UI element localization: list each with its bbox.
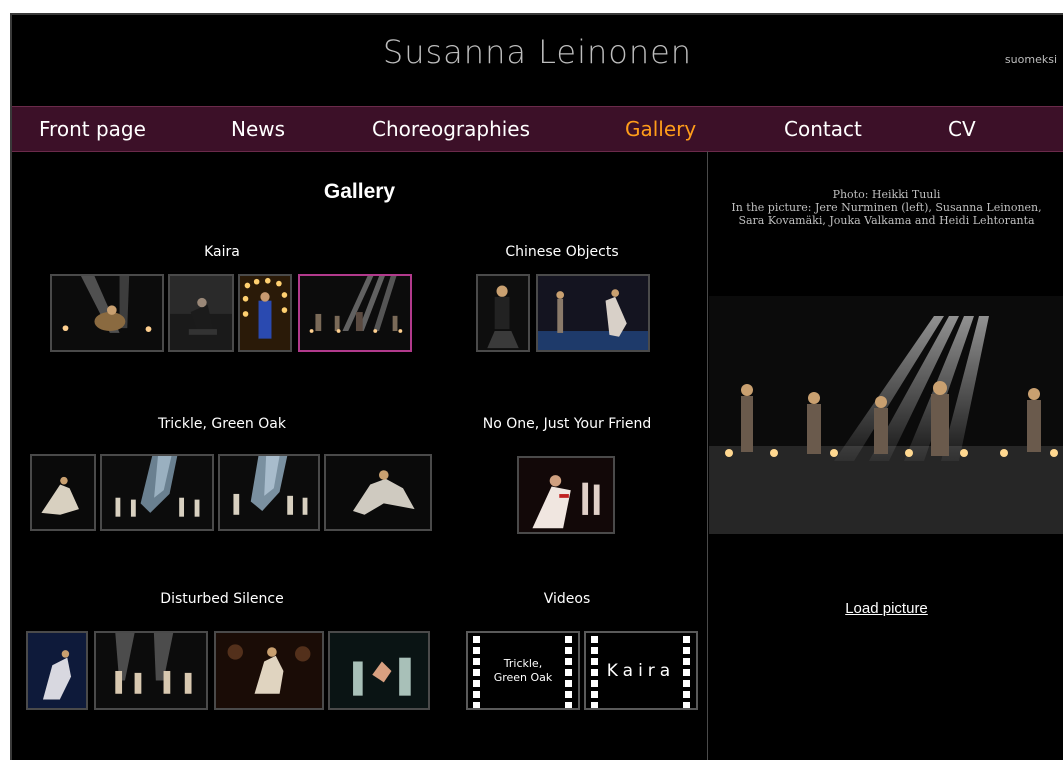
- nav-front-page[interactable]: Front page: [39, 107, 146, 151]
- main-photo: [709, 296, 1063, 534]
- video-thumb-kaira[interactable]: Kaira: [584, 631, 698, 710]
- gallery-thumb[interactable]: [214, 631, 324, 710]
- gallery-thumb[interactable]: [536, 274, 650, 352]
- nav-news[interactable]: News: [231, 107, 285, 151]
- gallery-thumb[interactable]: [26, 631, 88, 710]
- group-title-chinese-objects: Chinese Objects: [505, 244, 619, 260]
- gallery-thumb[interactable]: [30, 454, 96, 531]
- film-strip-icon: [563, 633, 575, 708]
- column-divider: [707, 151, 708, 760]
- gallery-thumb[interactable]: [238, 274, 292, 352]
- gallery-thumb[interactable]: [50, 274, 164, 352]
- language-link[interactable]: suomeksi: [1005, 53, 1057, 66]
- group-title-no-one-just-your-friend: No One, Just Your Friend: [482, 416, 652, 432]
- page-frame: Susanna Leinonen suomeksi Front page New…: [10, 13, 1063, 760]
- page-title: Gallery: [323, 180, 396, 203]
- gallery-thumb[interactable]: [328, 631, 430, 710]
- film-strip-icon: [589, 633, 601, 708]
- gallery-thumb-selected[interactable]: [298, 274, 412, 352]
- gallery-thumb[interactable]: [94, 631, 208, 710]
- nav-gallery[interactable]: Gallery: [625, 107, 696, 151]
- nav-contact[interactable]: Contact: [784, 107, 862, 151]
- photo-people: In the picture: Jere Nurminen (left), Su…: [731, 201, 1042, 227]
- group-title-disturbed-silence: Disturbed Silence: [160, 591, 284, 607]
- gallery-thumb[interactable]: [100, 454, 214, 531]
- photo-credit: Photo: Heikki Tuuli: [832, 188, 941, 201]
- video-label: Trickle, Green Oak: [493, 656, 553, 684]
- video-label: Kaira: [606, 660, 676, 681]
- gallery-thumb[interactable]: [517, 456, 615, 534]
- gallery-thumb[interactable]: [218, 454, 320, 531]
- photo-caption: Photo: Heikki Tuuli In the picture: Jere…: [708, 188, 1063, 227]
- film-strip-icon: [471, 633, 483, 708]
- group-title-videos: Videos: [543, 591, 591, 607]
- nav-choreographies[interactable]: Choreographies: [372, 107, 530, 151]
- gallery-thumb[interactable]: [168, 274, 234, 352]
- main-nav: Front page News Choreographies Gallery C…: [12, 106, 1063, 152]
- film-strip-icon: [681, 633, 693, 708]
- load-picture-link[interactable]: Load picture: [708, 600, 1063, 617]
- site-title: Susanna Leinonen: [382, 33, 693, 71]
- group-title-kaira: Kaira: [204, 244, 240, 260]
- group-title-trickle-green-oak: Trickle, Green Oak: [158, 416, 286, 432]
- nav-cv[interactable]: CV: [948, 107, 976, 151]
- video-thumb-trickle-green-oak[interactable]: Trickle, Green Oak: [466, 631, 580, 710]
- gallery-thumb[interactable]: [476, 274, 530, 352]
- gallery-thumb[interactable]: [324, 454, 432, 531]
